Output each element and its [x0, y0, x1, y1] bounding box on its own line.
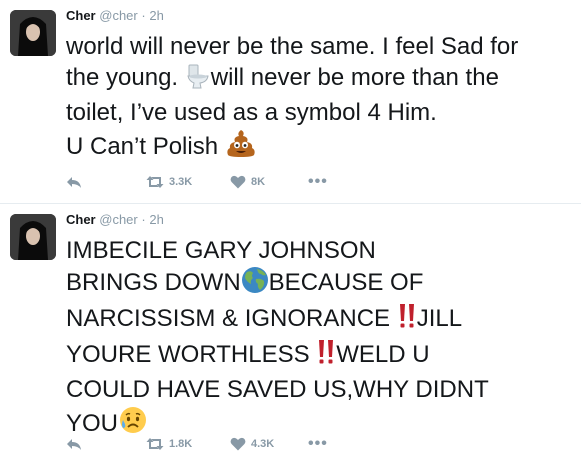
like-button[interactable]: 4.3K [230, 434, 274, 454]
text-line: COULD HAVE SAVED US,WHY DIDNT [66, 376, 489, 403]
like-count: 8K [251, 176, 266, 188]
text-segment: WELD U [336, 341, 430, 368]
text-segment: BRINGS DOWN [66, 269, 241, 296]
author-name[interactable]: Cher [66, 212, 96, 227]
separator: · [141, 212, 146, 227]
text-line: IMBECILE GARY JOHNSON [66, 237, 376, 264]
text-segment: will never be more than the [210, 64, 499, 91]
more-icon: ••• [308, 435, 328, 452]
text-segment: BECAUSE OF [268, 269, 424, 296]
double-exclamation-emoji [397, 302, 417, 338]
earth-globe-emoji [241, 266, 269, 302]
author-name[interactable]: Cher [66, 8, 96, 23]
tweet-actions: 1.8K 4.3K ••• [66, 434, 366, 454]
reply-button[interactable] [66, 172, 82, 192]
like-count: 4.3K [251, 438, 275, 450]
retweet-icon [146, 438, 164, 450]
heart-icon [230, 175, 246, 189]
more-options-button[interactable]: ••• [308, 434, 328, 454]
tweet-header: Cher @cher · 2h [66, 212, 164, 227]
text-line: NARCISSISM & IGNORANCE JILL [66, 302, 576, 338]
tweet-header: Cher @cher · 2h [66, 8, 164, 23]
text-line: YOURE WORTHLESS WELD U [66, 338, 576, 374]
text-line: BRINGS DOWN BECAUSE OF [66, 266, 576, 302]
tweet-text: IMBECILE GARY JOHNSON BRINGS DOWN BECAUS… [66, 235, 576, 443]
like-button[interactable]: 8K [230, 172, 265, 192]
text-segment: YOURE WORTHLESS [66, 341, 317, 368]
retweet-button[interactable]: 1.8K [146, 434, 192, 454]
heart-icon [230, 437, 246, 451]
pile-of-poo-emoji [225, 128, 257, 166]
tweet-text: world will never be the same. I feel Sad… [66, 31, 576, 166]
more-icon: ••• [308, 173, 328, 190]
text-line: world will never be the same. I feel Sad… [66, 33, 519, 60]
retweet-icon [146, 176, 164, 188]
tweet[interactable]: Cher @cher · 2h world will never be the … [0, 0, 581, 204]
text-segment: JILL [416, 305, 463, 332]
reply-button[interactable] [66, 434, 82, 454]
timestamp[interactable]: 2h [149, 212, 163, 227]
text-segment: the young. [66, 64, 185, 91]
text-segment: NARCISSISM & IGNORANCE [66, 305, 397, 332]
text-segment: U Can’t Polish [66, 133, 225, 160]
author-handle[interactable]: @cher [99, 212, 138, 227]
double-exclamation-emoji [316, 338, 336, 374]
text-line: the young. will never be more than the [66, 62, 576, 97]
timestamp[interactable]: 2h [149, 8, 163, 23]
retweet-count: 1.8K [169, 438, 193, 450]
toilet-emoji [185, 63, 211, 97]
retweet-count: 3.3K [169, 176, 193, 188]
separator: · [141, 8, 146, 23]
avatar[interactable] [10, 10, 56, 56]
text-line: toilet, I’ve used as a symbol 4 Him. [66, 99, 437, 126]
author-handle[interactable]: @cher [99, 8, 138, 23]
avatar[interactable] [10, 214, 56, 260]
text-line: U Can’t Polish [66, 128, 576, 166]
reply-icon [67, 439, 81, 450]
retweet-button[interactable]: 3.3K [146, 172, 192, 192]
tweet[interactable]: Cher @cher · 2h IMBECILE GARY JOHNSON BR… [0, 204, 581, 470]
more-options-button[interactable]: ••• [308, 172, 328, 192]
text-segment: YOU [66, 410, 119, 437]
tweet-actions: 3.3K 8K ••• [66, 172, 366, 192]
reply-icon [67, 177, 81, 188]
